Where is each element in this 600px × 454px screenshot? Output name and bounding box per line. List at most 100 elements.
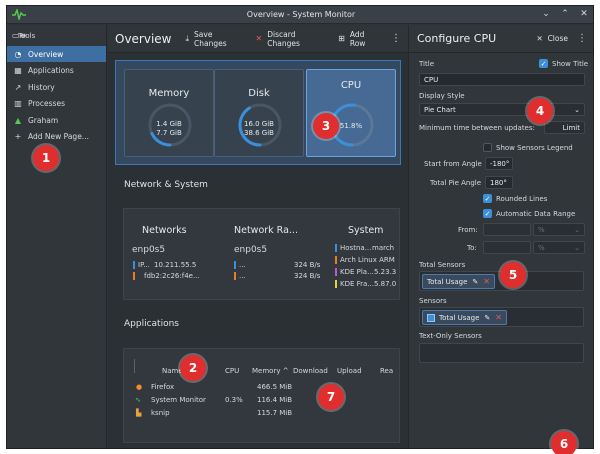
color-swatch[interactable] — [427, 313, 435, 322]
plasma-color-bar — [335, 268, 337, 276]
sidebar-header: ▭ Tools ≡ — [7, 25, 106, 46]
system-monitor-icon: ∿ — [135, 396, 141, 404]
memory-title: Memory — [148, 88, 190, 99]
column-read[interactable]: Rea — [380, 367, 393, 375]
start-angle-spinbox[interactable]: -180° — [485, 157, 513, 170]
sidebar-item-processes[interactable]: ▥ Processes — [7, 96, 106, 112]
pencil-icon[interactable]: ✎ — [472, 278, 478, 286]
check-icon: ✓ — [483, 209, 492, 218]
annotation-badge-3: 3 — [313, 113, 339, 139]
applications-table[interactable]: Name CPU Memory ^ Download Upload Rea ● … — [123, 348, 400, 443]
sensor-chip[interactable]: Total Usage ✎ ✕ — [422, 310, 507, 325]
min-time-select[interactable]: Limit — [544, 121, 585, 134]
column-memory[interactable]: Memory ^ — [252, 367, 289, 375]
close-button[interactable]: ✕ Close — [536, 34, 568, 43]
sidebar-item-graham[interactable]: ▲ Graham — [7, 112, 106, 128]
total-sensors-label: Total Sensors — [419, 261, 466, 269]
sensors-label: Sensors — [419, 297, 447, 305]
table-row[interactable]: ● Firefox 466.5 MiB — [132, 382, 392, 394]
disk-title: Disk — [248, 88, 270, 99]
configure-title: Configure CPU — [417, 32, 497, 45]
sidebar-item-history[interactable]: ↗ History — [7, 79, 106, 95]
chevron-down-icon[interactable]: ⌄ — [541, 9, 551, 19]
cpu-title: CPU — [340, 80, 362, 91]
sidebar-item-overview[interactable]: ◔ Overview — [7, 46, 106, 62]
chevron-down-icon: ⌄ — [574, 244, 580, 252]
column-download[interactable]: Download — [293, 367, 328, 375]
disk-card[interactable]: Disk 16.0 GiB 38.6 GiB — [214, 69, 304, 157]
sidebar-item-label: History — [28, 82, 55, 92]
download-rate: 324 B/s — [294, 261, 321, 269]
rounded-lines-checkbox[interactable]: ✓ Rounded Lines — [483, 194, 547, 203]
memory-card[interactable]: Memory 1.4 GiB 7.7 GiB — [124, 69, 214, 157]
annotation-badge-1: 1 — [33, 145, 59, 171]
sidebar-item-applications[interactable]: ▦ Applications — [7, 63, 106, 79]
close-icon: ✕ — [255, 34, 263, 43]
sidebar: ▭ Tools ≡ ◔ Overview ▦ Applications ↗ Hi… — [7, 25, 107, 448]
plasma-label: KDE Pla... — [340, 268, 374, 276]
plasma-version: 5.23.3 — [374, 268, 397, 276]
pencil-icon[interactable]: ✎ — [484, 314, 490, 322]
app-memory: 116.4 MiB — [257, 396, 293, 404]
network-rates-title: Network Ra... — [234, 225, 298, 236]
networks-title: Networks — [142, 225, 187, 236]
table-row[interactable]: ▙ ksnip 115.7 MiB — [132, 408, 392, 420]
table-header-divider — [134, 359, 135, 373]
summary-row[interactable]: Memory 1.4 GiB 7.7 GiB Disk 16.0 GiB 38.… — [115, 60, 401, 165]
app-cpu: 0.3% — [225, 396, 243, 404]
memory-used: 1.4 GiB — [156, 120, 182, 128]
annotation-badge-5: 5 — [500, 262, 526, 288]
close-icon[interactable]: ✕ — [579, 9, 589, 19]
automatic-data-range-checkbox[interactable]: ✓ Automatic Data Range — [483, 209, 575, 218]
table-row[interactable]: ∿ System Monitor 0.3% 116.4 MiB — [132, 395, 392, 407]
close-icon: ✕ — [536, 34, 543, 43]
save-changes-button[interactable]: ⤓ Save Changes — [186, 30, 246, 48]
annotation-badge-4: 4 — [527, 98, 553, 124]
title-field[interactable]: CPU — [419, 73, 585, 86]
more-options-icon[interactable]: ⋮ — [577, 33, 587, 44]
add-row-button[interactable]: ⊞ Add Row — [338, 30, 381, 48]
remove-icon[interactable]: ✕ — [483, 277, 490, 286]
sidebar-item-label: Add New Page... — [28, 132, 89, 141]
title-label: Title — [419, 60, 435, 68]
remove-icon[interactable]: ✕ — [495, 313, 502, 322]
cpu-card[interactable]: CPU 51.8% — [306, 69, 396, 157]
hostname-color-bar — [335, 244, 337, 252]
plus-icon: + — [14, 132, 22, 141]
annotation-badge-7: 7 — [318, 384, 344, 410]
title-bar: Overview - System Monitor ⌄ ⌃ ✕ — [7, 6, 593, 24]
grid-icon: ▦ — [14, 66, 22, 75]
sidebar-item-add-page[interactable]: + Add New Page... — [7, 129, 106, 145]
discard-changes-button[interactable]: ✕ Discard Changes — [256, 30, 329, 48]
frameworks-label: KDE Fra... — [340, 280, 374, 288]
total-angle-spinbox[interactable]: 180° — [485, 176, 513, 189]
total-usage-chip[interactable]: Total Usage ✎ ✕ — [422, 274, 495, 289]
show-sensors-legend-checkbox[interactable]: Show Sensors Legend — [483, 143, 573, 152]
firefox-icon: ● — [136, 383, 143, 391]
sensors-box[interactable]: Total Usage ✎ ✕ — [419, 307, 584, 327]
more-options-icon[interactable]: ⋮ — [391, 33, 401, 44]
to-label: To: — [467, 244, 477, 252]
upload-color-bar — [234, 272, 236, 280]
app-name: Firefox — [151, 383, 175, 391]
text-only-sensors-box[interactable] — [419, 343, 584, 363]
ipv4-color-bar — [133, 261, 135, 269]
network-system-row[interactable]: Networks enp0s5 IP... 10.211.55.5 fdb2:2… — [123, 208, 400, 300]
chevron-up-icon[interactable]: ⌃ — [560, 9, 570, 19]
app-memory: 115.7 MiB — [257, 409, 293, 417]
from-unit-select: % ⌄ — [533, 223, 585, 236]
window-title: Overview - System Monitor — [246, 10, 356, 19]
hostname-value: march — [372, 244, 395, 252]
system-title: System — [348, 225, 384, 236]
download-color-bar — [234, 261, 236, 269]
app-name: System Monitor — [151, 396, 206, 404]
app-window: Overview - System Monitor ⌄ ⌃ ✕ ▭ Tools … — [6, 5, 594, 449]
column-cpu[interactable]: CPU — [225, 367, 239, 375]
frameworks-color-bar — [335, 280, 337, 288]
show-title-checkbox[interactable]: ✓ Show Title — [539, 59, 588, 68]
display-style-select[interactable]: Pie Chart ⌄ — [419, 103, 585, 116]
annotation-badge-6: 6 — [551, 431, 577, 454]
column-upload[interactable]: Upload — [337, 367, 362, 375]
ipv6-color-bar — [133, 272, 135, 280]
to-unit-select: % ⌄ — [533, 241, 585, 254]
